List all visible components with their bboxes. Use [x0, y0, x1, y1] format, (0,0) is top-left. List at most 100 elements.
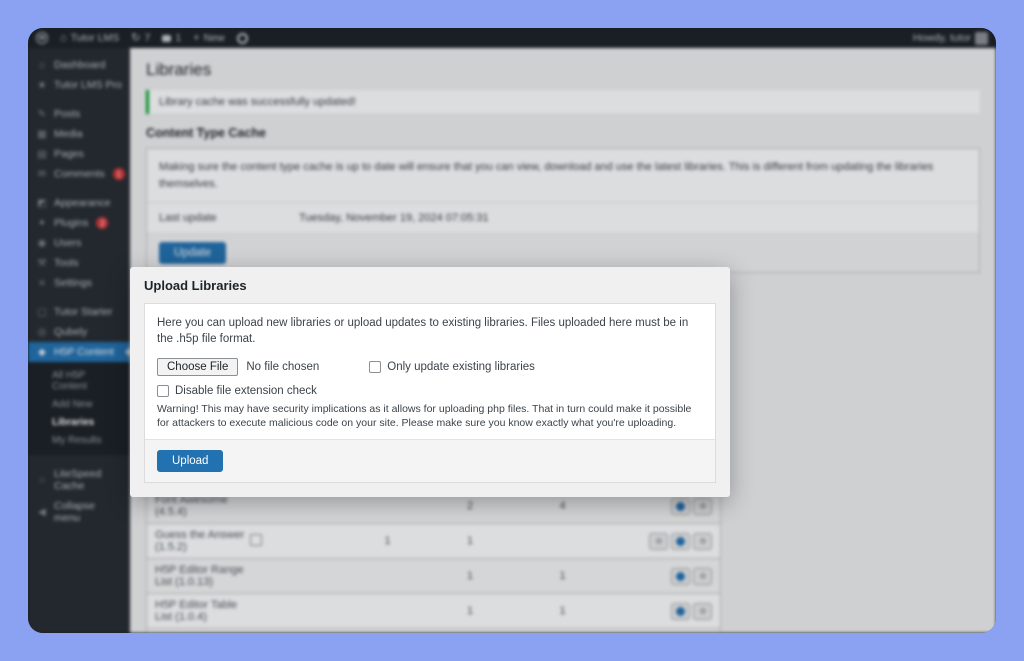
qubely-icon: ◎ — [37, 326, 47, 338]
sidebar-subitem-my-results[interactable]: My Results — [28, 431, 130, 449]
table-row-guess-the-answer-1-5-2: Guess the Answer (1.5.2) 1 1 — [146, 523, 721, 558]
upgrade-library-button[interactable] — [671, 497, 690, 515]
circle-icon — [655, 538, 662, 544]
pin-icon: ✎ — [37, 108, 47, 120]
upgrade-library-button[interactable] — [671, 532, 690, 550]
updates-indicator[interactable]: ↻ 7 — [131, 32, 150, 44]
sidebar-item-label: Settings — [54, 277, 92, 289]
sidebar-item-appearance[interactable]: ◩ Appearance — [28, 193, 130, 213]
new-menu[interactable]: + New — [193, 32, 224, 44]
cache-description: Making sure the content type cache is up… — [159, 161, 934, 190]
site-name-link[interactable]: ⌂ Tutor LMS — [60, 32, 119, 44]
sidebar-subitem-all-h5p-content[interactable]: All H5P Content — [28, 366, 130, 395]
sidebar-subitem-libraries[interactable]: Libraries — [28, 413, 130, 431]
sidebar-item-collapse-menu[interactable]: ◀ Collapse menu — [28, 496, 130, 528]
contents-using-count: 1 — [466, 570, 474, 582]
admin-sidebar: ⌂ Dashboard ★ Tutor LMS Pro ✎ Posts ▦ Media ▤ Pag… — [28, 48, 130, 633]
sidebar-item-label: LiteSpeed Cache — [54, 468, 102, 492]
circle-icon — [699, 573, 706, 579]
upload-description: Here you can upload new libraries or upl… — [157, 317, 689, 346]
sidebar-item-media[interactable]: ▦ Media — [28, 124, 130, 144]
delete-library-button[interactable] — [693, 602, 712, 620]
sidebar-item-label: Comments — [54, 168, 105, 180]
media-icon: ▦ — [37, 128, 47, 140]
upload-button[interactable]: Upload — [157, 449, 224, 472]
library-title: H5P Editor Range List (1.0.13) — [155, 564, 244, 588]
sidebar-item-users[interactable]: ◉ Users — [28, 233, 130, 253]
sidebar-item-label: Pages — [54, 148, 84, 160]
only-update-checkbox[interactable] — [369, 361, 382, 374]
library-title: H5P Editor Table List (1.0.4) — [155, 599, 238, 623]
litespeed-toolbar-icon[interactable] — [236, 32, 248, 44]
delete-library-button[interactable] — [693, 567, 712, 585]
graduation-cap-icon: ★ — [37, 79, 47, 91]
delete-library-button[interactable] — [693, 497, 712, 515]
upgrade-icon — [676, 501, 685, 511]
contents-using-count: 1 — [466, 605, 474, 617]
contents-using-count: 2 — [466, 500, 474, 512]
sidebar-item-dashboard[interactable]: ⌂ Dashboard — [28, 55, 130, 75]
restricted-checkbox[interactable] — [250, 533, 262, 546]
wordpress-logo-icon[interactable]: W — [36, 32, 48, 44]
contents-count: 1 — [384, 535, 391, 547]
browser-window: W ⌂ Tutor LMS ↻ 7 1 + New Howdy, tutor ⌂… — [28, 28, 996, 633]
collapse-arrow-icon: ◀ — [38, 506, 46, 518]
site-name: Tutor LMS — [70, 32, 120, 44]
restricted-cell — [250, 533, 350, 549]
page-title: Libraries — [146, 60, 212, 79]
upload-warning-text: Warning! This may have security implicat… — [157, 403, 692, 430]
settings-icon: ≡ — [39, 277, 45, 289]
plugin-icon: ✦ — [37, 217, 47, 229]
sidebar-subitem-add-new[interactable]: Add New — [28, 395, 130, 413]
sidebar-item-plugins[interactable]: ✦ Plugins 2 — [28, 213, 130, 233]
contents-using-count: 1 — [466, 535, 474, 547]
actions-cell — [610, 602, 712, 620]
upgrade-library-button[interactable] — [671, 567, 690, 585]
table-row-h5p-editor-range-list-1-0-13: H5P Editor Range List (1.0.13) 1 1 — [146, 558, 721, 593]
content-results-button[interactable] — [649, 532, 668, 550]
update-cache-button[interactable]: Update — [159, 242, 227, 264]
comments-count: 1 — [175, 32, 182, 44]
sidebar-item-label: Media — [54, 128, 83, 140]
tools-icon: ⚒ — [37, 257, 47, 269]
updates-count: 7 — [144, 32, 151, 44]
disable-extension-check-checkbox[interactable] — [157, 385, 169, 398]
sidebar-item-tools[interactable]: ⚒ Tools — [28, 253, 130, 273]
sidebar-item-qubely[interactable]: ◎ Qubely — [28, 322, 130, 342]
library-title: Guess the Answer (1.5.2) — [155, 529, 245, 553]
sidebar-item-litespeed-cache[interactable]: ○ LiteSpeed Cache — [28, 464, 130, 496]
sidebar-item-posts[interactable]: ✎ Posts — [28, 104, 130, 124]
sidebar-item-label: Plugins — [54, 217, 89, 229]
upgrade-icon — [676, 571, 685, 581]
actions-cell — [610, 567, 712, 585]
pages-icon: ▤ — [37, 148, 47, 160]
howdy-menu[interactable]: Howdy, tutor — [913, 31, 988, 45]
litespeed-icon: ○ — [38, 474, 46, 486]
sidebar-item-label: Tools — [54, 257, 79, 269]
sidebar-item-label: H5P Content — [54, 346, 114, 358]
library-title: Font Awesome (4.5.4) — [155, 494, 228, 518]
sidebar-item-settings[interactable]: ≡ Settings — [28, 273, 130, 293]
circle-icon — [699, 503, 706, 509]
sidebar-item-tutor-starter[interactable]: ▢ Tutor Starter — [28, 302, 130, 322]
no-file-chosen-text: No file chosen — [246, 361, 320, 374]
delete-library-button[interactable] — [693, 532, 712, 550]
sidebar-item-comments[interactable]: ✉ Comments 1 — [28, 164, 130, 184]
sidebar-item-label: Users — [54, 237, 82, 249]
sidebar-item-pages[interactable]: ▤ Pages — [28, 144, 130, 164]
libraries-using-count: 1 — [559, 570, 566, 582]
comments-indicator[interactable]: 1 — [162, 32, 181, 44]
table-row-h5p-fonticons-1-0-6: H5P.FontIcons (1.0.6)11 — [146, 628, 721, 633]
libraries-using-count: 4 — [559, 500, 566, 512]
comments-icon: ✉ — [37, 168, 47, 180]
actions-cell — [610, 532, 712, 550]
count-badge: 1 — [112, 168, 125, 180]
upgrade-icon — [676, 536, 685, 546]
actions-cell — [610, 497, 712, 515]
sidebar-item-tutor-lms-pro[interactable]: ★ Tutor LMS Pro — [28, 75, 130, 95]
home-icon: ⌂ — [60, 31, 67, 44]
choose-file-button[interactable]: Choose File — [157, 358, 239, 377]
upgrade-library-button[interactable] — [671, 602, 690, 620]
circle-icon — [699, 538, 706, 544]
sidebar-item-h5p-content[interactable]: ◆ H5P Content — [28, 342, 130, 362]
